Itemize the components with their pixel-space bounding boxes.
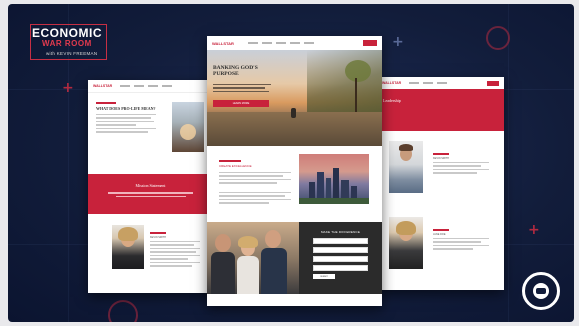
form-input-name[interactable] xyxy=(313,238,368,244)
form-title: MAKE THE DIFFERENCE xyxy=(320,230,361,234)
right-person-photo-2 xyxy=(389,217,423,269)
form-input-phone[interactable] xyxy=(313,256,368,262)
economic-war-room-logo: ECONOMIC WAR ROOM with KEVIN FREEMAN xyxy=(30,24,107,62)
center-brand: WALLSTAR xyxy=(212,40,234,46)
circle-decoration xyxy=(108,300,138,322)
right-person-2-text: JANE DOE xyxy=(433,227,489,252)
right-nav-button xyxy=(487,80,499,86)
circle-decoration xyxy=(486,26,510,50)
plus-icon: + xyxy=(62,80,74,96)
left-band-title: Mission Statement xyxy=(135,183,166,188)
team-photo xyxy=(207,222,299,294)
center-nav-button xyxy=(363,40,377,46)
left-bio-photo xyxy=(112,225,144,269)
logo-line-2: WAR ROOM xyxy=(42,39,92,48)
logo-line-1: ECONOMIC xyxy=(32,26,102,40)
city-skyline-image xyxy=(299,154,369,204)
section-title: CREATE EXCELLENCE xyxy=(219,163,252,168)
left-heading: WHAT DOES PRO-LIFE MEAN? xyxy=(96,105,156,111)
form-input-email[interactable] xyxy=(313,247,368,253)
right-brand: WALLSTAR xyxy=(382,81,402,85)
hero-button[interactable]: LEARN MORE xyxy=(213,100,269,108)
form-input-message[interactable] xyxy=(313,265,368,271)
right-person-2-name: JANE DOE xyxy=(433,232,446,236)
center-nav: WALLSTAR xyxy=(207,36,382,51)
rumble-logo-icon xyxy=(522,272,560,310)
plus-icon: + xyxy=(392,34,404,50)
hero-title: BANKING GOD'S PURPOSE xyxy=(213,65,258,77)
left-bio-title: KEVIN SMITH xyxy=(150,235,166,239)
right-person-1-text: KEVIN SMITH xyxy=(433,151,489,176)
left-nav: WALLSTAR xyxy=(88,80,213,93)
right-leadership-band: Leadership xyxy=(377,89,504,131)
grid-line xyxy=(508,4,509,322)
right-person-1-name: KEVIN SMITH xyxy=(433,156,449,160)
right-band-title: Leadership xyxy=(383,98,401,103)
logo-line-3: with KEVIN FREEMAN xyxy=(46,51,98,56)
left-intro: WHAT DOES PRO-LIFE MEAN? xyxy=(96,100,166,135)
left-menu xyxy=(120,85,173,87)
contact-form-panel: MAKE THE DIFFERENCE SUBMIT xyxy=(299,222,382,294)
left-mission-band: Mission Statement xyxy=(88,174,213,214)
hero-text: BANKING GOD'S PURPOSE LEARN MORE xyxy=(213,65,275,142)
left-bio: KEVIN SMITH xyxy=(150,230,200,269)
right-website-mockup: WALLSTAR Leadership KEVIN SMITH JANE DOE xyxy=(377,77,504,290)
center-section-text: CREATE EXCELLENCE xyxy=(219,158,291,206)
right-person-photo-1 xyxy=(389,141,423,193)
left-photo xyxy=(172,102,204,152)
left-accent-line xyxy=(96,102,116,104)
form-submit-button[interactable]: SUBMIT xyxy=(313,274,335,279)
left-brand: WALLSTAR xyxy=(93,84,113,88)
center-website-mockup: WALLSTAR BANKING GOD'S PURPOSE LEARN MOR… xyxy=(207,36,382,306)
center-hero-image: BANKING GOD'S PURPOSE LEARN MORE xyxy=(207,50,382,146)
plus-icon: + xyxy=(528,222,540,238)
left-website-mockup: WALLSTAR WHAT DOES PRO-LIFE MEAN? Missio… xyxy=(88,80,213,293)
